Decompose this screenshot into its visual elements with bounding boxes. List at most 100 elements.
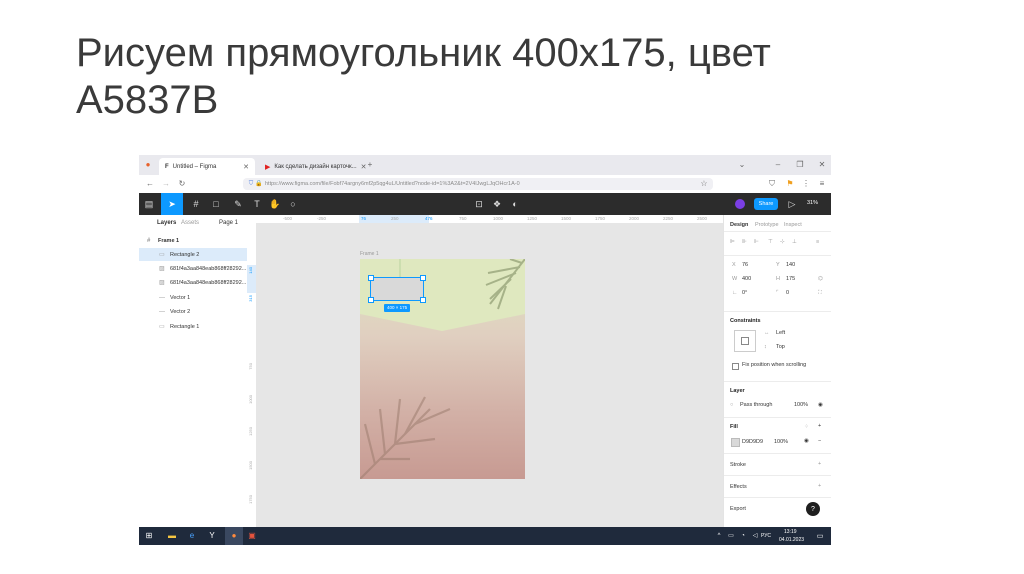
frame-label[interactable]: Frame 1 <box>360 251 379 257</box>
layer-item[interactable]: ▨ 681f4a3aa848eab868ff28292... <box>139 262 247 275</box>
powerpoint-icon[interactable]: ▣ <box>247 531 257 541</box>
clock-date[interactable]: 04.01.2023 <box>779 537 804 543</box>
layer-opacity-input[interactable]: 100% <box>794 402 808 408</box>
windows-start-icon[interactable]: ⊞ <box>144 531 154 541</box>
crop-icon[interactable]: ⊡ <box>473 199 485 209</box>
extensions-icon[interactable]: ⋮ <box>801 179 811 189</box>
tab-figma[interactable]: F Untitled – Figma ✕ <box>159 158 255 175</box>
tab-assets[interactable]: Assets <box>181 220 199 226</box>
restore-icon[interactable]: ❐ <box>795 160 805 170</box>
bookmark-star-icon[interactable]: ☆ <box>699 179 709 189</box>
move-tool-button[interactable]: ➤ <box>161 193 183 215</box>
width-input[interactable]: 400 <box>742 276 751 282</box>
page-selector[interactable]: Page 1 <box>219 220 238 226</box>
corner-radius-input[interactable]: 0 <box>786 290 789 296</box>
help-icon[interactable]: ? <box>806 502 820 516</box>
tab-inspect[interactable]: Inspect <box>784 222 802 228</box>
layer-item[interactable]: — Vector 2 <box>139 305 247 318</box>
align-center-icon[interactable]: ⊪ <box>742 239 747 245</box>
share-button[interactable]: Share <box>754 198 778 210</box>
close-tab-icon[interactable]: ✕ <box>243 163 249 171</box>
height-input[interactable]: 175 <box>786 276 795 282</box>
selected-rectangle[interactable] <box>368 275 426 303</box>
back-icon[interactable]: ← <box>145 179 155 189</box>
tray-chevron-icon[interactable]: ^ <box>715 531 723 541</box>
layer-item-selected[interactable]: ▭ Rectangle 2 <box>139 248 247 261</box>
add-stroke-icon[interactable]: + <box>818 461 821 467</box>
horizontal-constraint-select[interactable]: Left <box>776 330 785 336</box>
component-icon[interactable]: ❖ <box>491 199 503 209</box>
menu-icon[interactable]: ≡ <box>817 179 827 189</box>
forward-icon[interactable]: → <box>161 179 171 189</box>
chevron-down-icon[interactable]: ⌄ <box>737 160 747 170</box>
clock-time[interactable]: 13:19 <box>784 529 797 535</box>
independent-corners-icon[interactable]: ⛶ <box>818 290 822 297</box>
layer-item[interactable]: — Vector 1 <box>139 291 247 304</box>
new-tab-icon[interactable]: + <box>365 160 375 170</box>
align-right-icon[interactable]: ⊩ <box>754 239 759 245</box>
add-effect-icon[interactable]: + <box>818 483 821 489</box>
minimize-icon[interactable]: – <box>773 160 783 170</box>
file-explorer-icon[interactable]: ▬ <box>167 531 177 541</box>
align-left-icon[interactable]: ⊫ <box>730 239 735 245</box>
fill-hex-input[interactable]: D9D9D9 <box>742 439 763 445</box>
tab-youtube[interactable]: ▶ Как сделать дизайн карточк... ✕ <box>259 158 366 175</box>
frame-tool-icon[interactable]: # <box>189 199 203 209</box>
add-fill-icon[interactable]: + <box>818 423 821 429</box>
tab-layers[interactable]: Layers <box>157 220 176 226</box>
network-icon[interactable]: ▭ <box>727 531 735 541</box>
reload-icon[interactable]: ↻ <box>177 179 187 189</box>
distribute-icon[interactable]: ≡ <box>816 239 819 245</box>
pen-tool-icon[interactable]: ✎ <box>231 199 245 209</box>
eye-icon[interactable]: ◉ <box>804 438 809 444</box>
layer-item[interactable]: # Frame 1 <box>139 234 247 247</box>
shape-tool-icon[interactable]: □ <box>209 199 223 209</box>
tab-prototype[interactable]: Prototype <box>755 222 779 228</box>
eye-icon[interactable]: ◉ <box>818 402 823 408</box>
wifi-icon[interactable]: ◔ <box>739 531 747 541</box>
constraints-widget[interactable] <box>734 330 756 352</box>
edge-icon[interactable]: e <box>187 531 197 541</box>
resize-handle[interactable] <box>420 275 426 281</box>
layer-item[interactable]: ▨ 681f4a3aa848eab868ff28292... <box>139 276 247 289</box>
constrain-proportions-icon[interactable]: ⌬ <box>818 276 823 282</box>
volume-icon[interactable]: ◁ <box>751 531 759 541</box>
contrast-icon[interactable]: ◐ <box>509 199 521 209</box>
resize-handle[interactable] <box>420 297 426 303</box>
text-tool-icon[interactable]: T <box>251 199 263 209</box>
zoom-level[interactable]: 31% <box>807 200 818 206</box>
resize-handle[interactable] <box>368 297 374 303</box>
input-language[interactable]: РУС <box>761 533 771 539</box>
notifications-icon[interactable]: ▭ <box>815 531 825 541</box>
close-window-icon[interactable]: ✕ <box>817 160 827 170</box>
yandex-icon[interactable]: Y <box>207 531 217 541</box>
comment-tool-icon[interactable]: ○ <box>287 199 299 209</box>
fill-color-swatch[interactable] <box>731 438 740 447</box>
align-middle-icon[interactable]: ⊹ <box>780 239 785 245</box>
y-input[interactable]: 140 <box>786 262 795 268</box>
avatar[interactable] <box>735 199 745 209</box>
styles-icon[interactable]: ⁘ <box>804 424 809 430</box>
address-input[interactable]: ⛉ 🔒 https://www.figma.com/file/Fobf74arg… <box>243 178 713 190</box>
tab-design[interactable]: Design <box>730 222 748 228</box>
align-top-icon[interactable]: ⊤ <box>768 239 773 245</box>
fix-position-checkbox[interactable] <box>732 363 739 370</box>
vertical-constraint-select[interactable]: Top <box>776 344 785 350</box>
resize-handle[interactable] <box>368 275 374 281</box>
hand-tool-icon[interactable]: ✋ <box>269 199 281 209</box>
align-bottom-icon[interactable]: ⊥ <box>792 239 797 245</box>
extension-icon[interactable]: ⚑ <box>785 179 795 189</box>
remove-fill-icon[interactable]: − <box>818 438 821 444</box>
frame[interactable]: 400 × 175 <box>360 259 525 479</box>
pocket-icon[interactable]: ⛉ <box>767 179 777 189</box>
firefox-icon[interactable]: ● <box>229 531 239 541</box>
blend-mode-select[interactable]: Pass through <box>740 402 772 408</box>
play-icon[interactable]: ▷ <box>787 199 797 209</box>
rotation-input[interactable]: 0° <box>742 290 747 296</box>
ruler-tick-label: 1500 <box>561 216 572 221</box>
fill-opacity-input[interactable]: 100% <box>774 439 788 445</box>
figma-menu-icon[interactable]: ▤ <box>143 199 155 209</box>
x-input[interactable]: 76 <box>742 262 748 268</box>
layer-item[interactable]: ▭ Rectangle 1 <box>139 320 247 333</box>
design-canvas[interactable]: Frame 1 400 × 175 <box>256 223 723 527</box>
